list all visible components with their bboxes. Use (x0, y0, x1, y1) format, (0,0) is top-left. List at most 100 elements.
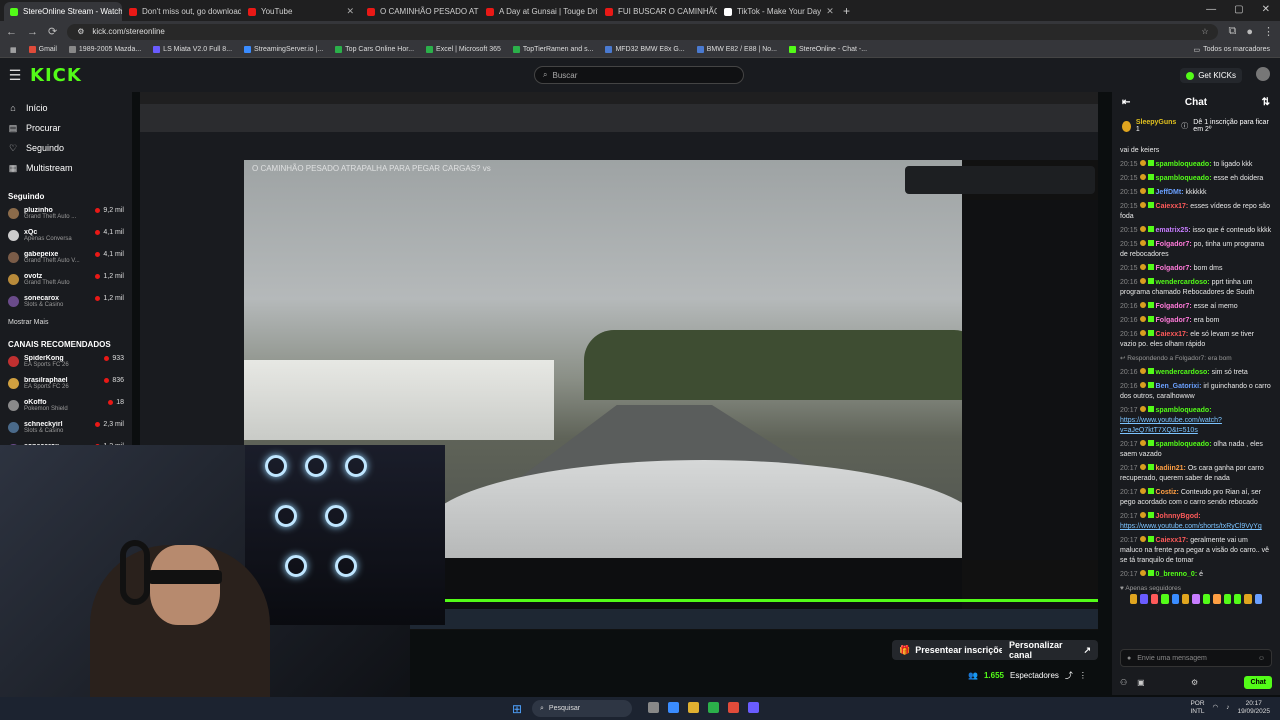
emote-icon[interactable] (1254, 594, 1263, 604)
new-tab-icon[interactable]: + (837, 2, 856, 21)
message-username[interactable]: ematrix25: (1156, 227, 1191, 234)
bookmark-item[interactable]: TopTierRamen and s... (512, 46, 593, 53)
reload-icon[interactable]: ⟳ (48, 25, 57, 38)
bookmark-item[interactable]: StreamingServer.io |... (244, 46, 323, 53)
message-username[interactable]: Caiexx17: (1156, 203, 1189, 210)
taskbar-search[interactable]: ⌕ Pesquisar (532, 700, 632, 717)
emote-icon[interactable] (1233, 594, 1242, 604)
volume-icon[interactable]: ♪ (1226, 704, 1229, 712)
calendar-icon[interactable]: ▣ (1137, 678, 1145, 687)
sidebar-channel[interactable]: pluzinho Grand Theft Auto ... 9,2 mil (8, 207, 124, 229)
back-icon[interactable]: ← (6, 26, 17, 38)
points-icon[interactable]: ⚇ (1120, 678, 1127, 687)
chat-gear-icon[interactable]: ⚙ (1191, 678, 1198, 687)
tab-close-icon[interactable]: ✕ (826, 6, 834, 17)
browser-tab[interactable]: YouTube ✕ (242, 2, 360, 21)
bookmark-item[interactable]: LS Miata V2.0 Full 8... (153, 46, 232, 53)
message-username[interactable]: JeffDMt: (1156, 189, 1184, 196)
task-view-icon[interactable] (648, 702, 659, 713)
message-username[interactable]: Folgador7: (1156, 317, 1192, 324)
message-username[interactable]: Folgador7: (1156, 303, 1192, 310)
collapse-chat-icon[interactable]: ⇤ (1122, 97, 1130, 108)
chrome-icon[interactable] (728, 702, 739, 713)
apps-icon[interactable]: ▦ (10, 46, 17, 54)
emote-icon[interactable] (1130, 594, 1138, 604)
bookmark-item[interactable]: BMW E82 / E88 | No... (696, 46, 777, 53)
chat-input[interactable]: ● Envie uma mensagem ☺ (1120, 649, 1272, 667)
message-username[interactable]: Caiexx17: (1156, 537, 1189, 544)
more-options-icon[interactable]: ⋮ (1079, 671, 1087, 680)
explorer-icon[interactable] (688, 702, 699, 713)
emote-icon[interactable] (1181, 594, 1190, 604)
bookmark-item[interactable]: StereOnline - Chat -... (788, 46, 867, 53)
emote-icon[interactable] (1202, 594, 1211, 604)
lang-indicator[interactable]: POR (1190, 700, 1204, 708)
browser-tab[interactable]: StereOnline Stream - Watch Li...✕ (4, 2, 122, 21)
extensions-icon[interactable]: ⧉ (1228, 25, 1236, 38)
sidebar-nav-incio[interactable]: ⌂ Início (8, 98, 124, 118)
clock-time[interactable]: 20:17 (1237, 700, 1270, 708)
sidebar-nav-procurar[interactable]: ▤ Procurar (8, 118, 124, 138)
browser-tab[interactable]: O CAMINHÃO PESADO ATRAPA...✕ (361, 2, 479, 21)
bookmark-item[interactable]: Gmail (28, 46, 57, 53)
kick-logo[interactable]: KICK (30, 65, 82, 86)
browser-tab[interactable]: TikTok - Make Your Day ✕ (718, 2, 836, 21)
message-username[interactable]: spambloqueado: (1156, 407, 1212, 414)
discord-icon[interactable] (748, 702, 759, 713)
user-avatar[interactable] (1256, 67, 1270, 81)
sidebar-nav-multistream[interactable]: ▦ Multistream (8, 158, 124, 178)
bookmark-item[interactable]: Excel | Microsoft 365 (426, 46, 501, 53)
browser-tab[interactable]: Don't miss out, go download t...✕ (123, 2, 241, 21)
emote-icon[interactable] (1223, 594, 1231, 604)
maximize-icon[interactable]: ▢ (1234, 4, 1243, 15)
pinned-gifter[interactable]: SleepyGuns 1 ⓘ Dê 1 inscrição para ficar… (1112, 114, 1280, 138)
message-username[interactable]: Caiexx17: (1156, 331, 1189, 338)
profile-icon[interactable]: ● (1246, 26, 1253, 38)
emote-icon[interactable] (1140, 594, 1148, 604)
browser-tab[interactable]: FUI BUSCAR O CAMINHÃO...✕ (599, 2, 717, 21)
customize-channel-button[interactable]: Personalizar canal ↗ (1002, 640, 1098, 660)
minimize-icon[interactable]: — (1206, 4, 1216, 15)
url-field[interactable]: ⚙ kick.com/stereonline ☆ (67, 23, 1219, 40)
message-username[interactable]: kadiin21: (1156, 465, 1186, 472)
browser-menu-icon[interactable]: ⋮ (1263, 25, 1274, 38)
browser-tab[interactable]: A Day at Gunsai | Touge Drifting...✕ (480, 2, 598, 21)
message-username[interactable]: spambloqueado: (1156, 441, 1212, 448)
emote-icon[interactable] (1213, 594, 1221, 604)
share-icon[interactable]: ⤴ (1065, 670, 1073, 681)
emote-icon[interactable] (1171, 594, 1179, 604)
sidebar-channel[interactable]: ovotz Grand Theft Auto 1,2 mil (8, 273, 124, 295)
message-username[interactable]: spambloqueado: (1156, 161, 1212, 168)
message-username[interactable]: Ben_Gatorixi: (1156, 383, 1202, 390)
message-username[interactable]: wendercardoso: (1156, 279, 1210, 286)
emoji-icon[interactable]: ☺ (1258, 655, 1265, 662)
bookmark-star-icon[interactable]: ☆ (1201, 27, 1208, 36)
all-bookmarks-folder[interactable]: ▭ Todos os marcadores (1193, 46, 1270, 54)
sidebar-channel[interactable]: gabepeixe Grand Theft Auto V... 4,1 mil (8, 251, 124, 273)
forward-icon[interactable]: → (27, 26, 38, 38)
get-kicks-button[interactable]: Get KICKs (1180, 68, 1242, 83)
chat-settings-icon[interactable]: ⇅ (1262, 97, 1270, 108)
edge-icon[interactable] (668, 702, 679, 713)
wifi-icon[interactable]: ◠ (1213, 704, 1219, 712)
sidebar-channel[interactable]: xQc Apenas Conversa 4,1 mil (8, 229, 124, 251)
message-username[interactable]: Folgador7: (1156, 241, 1192, 248)
sidebar-channel[interactable]: brasilraphael EA Sports FC 26 836 (8, 377, 124, 399)
message-username[interactable]: wendercardoso: (1156, 369, 1210, 376)
sidebar-channel[interactable]: sonecaroxSlots & Casino 1,2 mil (8, 295, 124, 317)
emote-icon[interactable] (1150, 594, 1159, 604)
windows-start-icon[interactable]: ⊞ (512, 702, 522, 716)
message-username[interactable]: Folgador7: (1156, 265, 1192, 272)
bookmark-item[interactable]: Top Cars Online Hor... (335, 46, 414, 53)
message-username[interactable]: Costiz: (1156, 489, 1179, 496)
search-input[interactable]: ⌕ Buscar (534, 66, 744, 84)
show-more-link[interactable]: Mostrar Mais (8, 319, 124, 326)
message-username[interactable]: spambloqueado: (1156, 175, 1212, 182)
bookmark-item[interactable]: MFD32 BMW E8x G... (605, 46, 685, 53)
message-username[interactable]: JohnnyBgod: (1156, 513, 1201, 520)
emote-icon[interactable] (1244, 594, 1252, 604)
send-chat-button[interactable]: Chat (1244, 675, 1272, 689)
message-username[interactable]: 0_brenno_0: (1156, 571, 1198, 578)
message-link[interactable]: https://www.youtube.com/watch?v=aJeQ7ktT… (1120, 417, 1222, 434)
menu-icon[interactable]: ☰ (0, 67, 30, 84)
